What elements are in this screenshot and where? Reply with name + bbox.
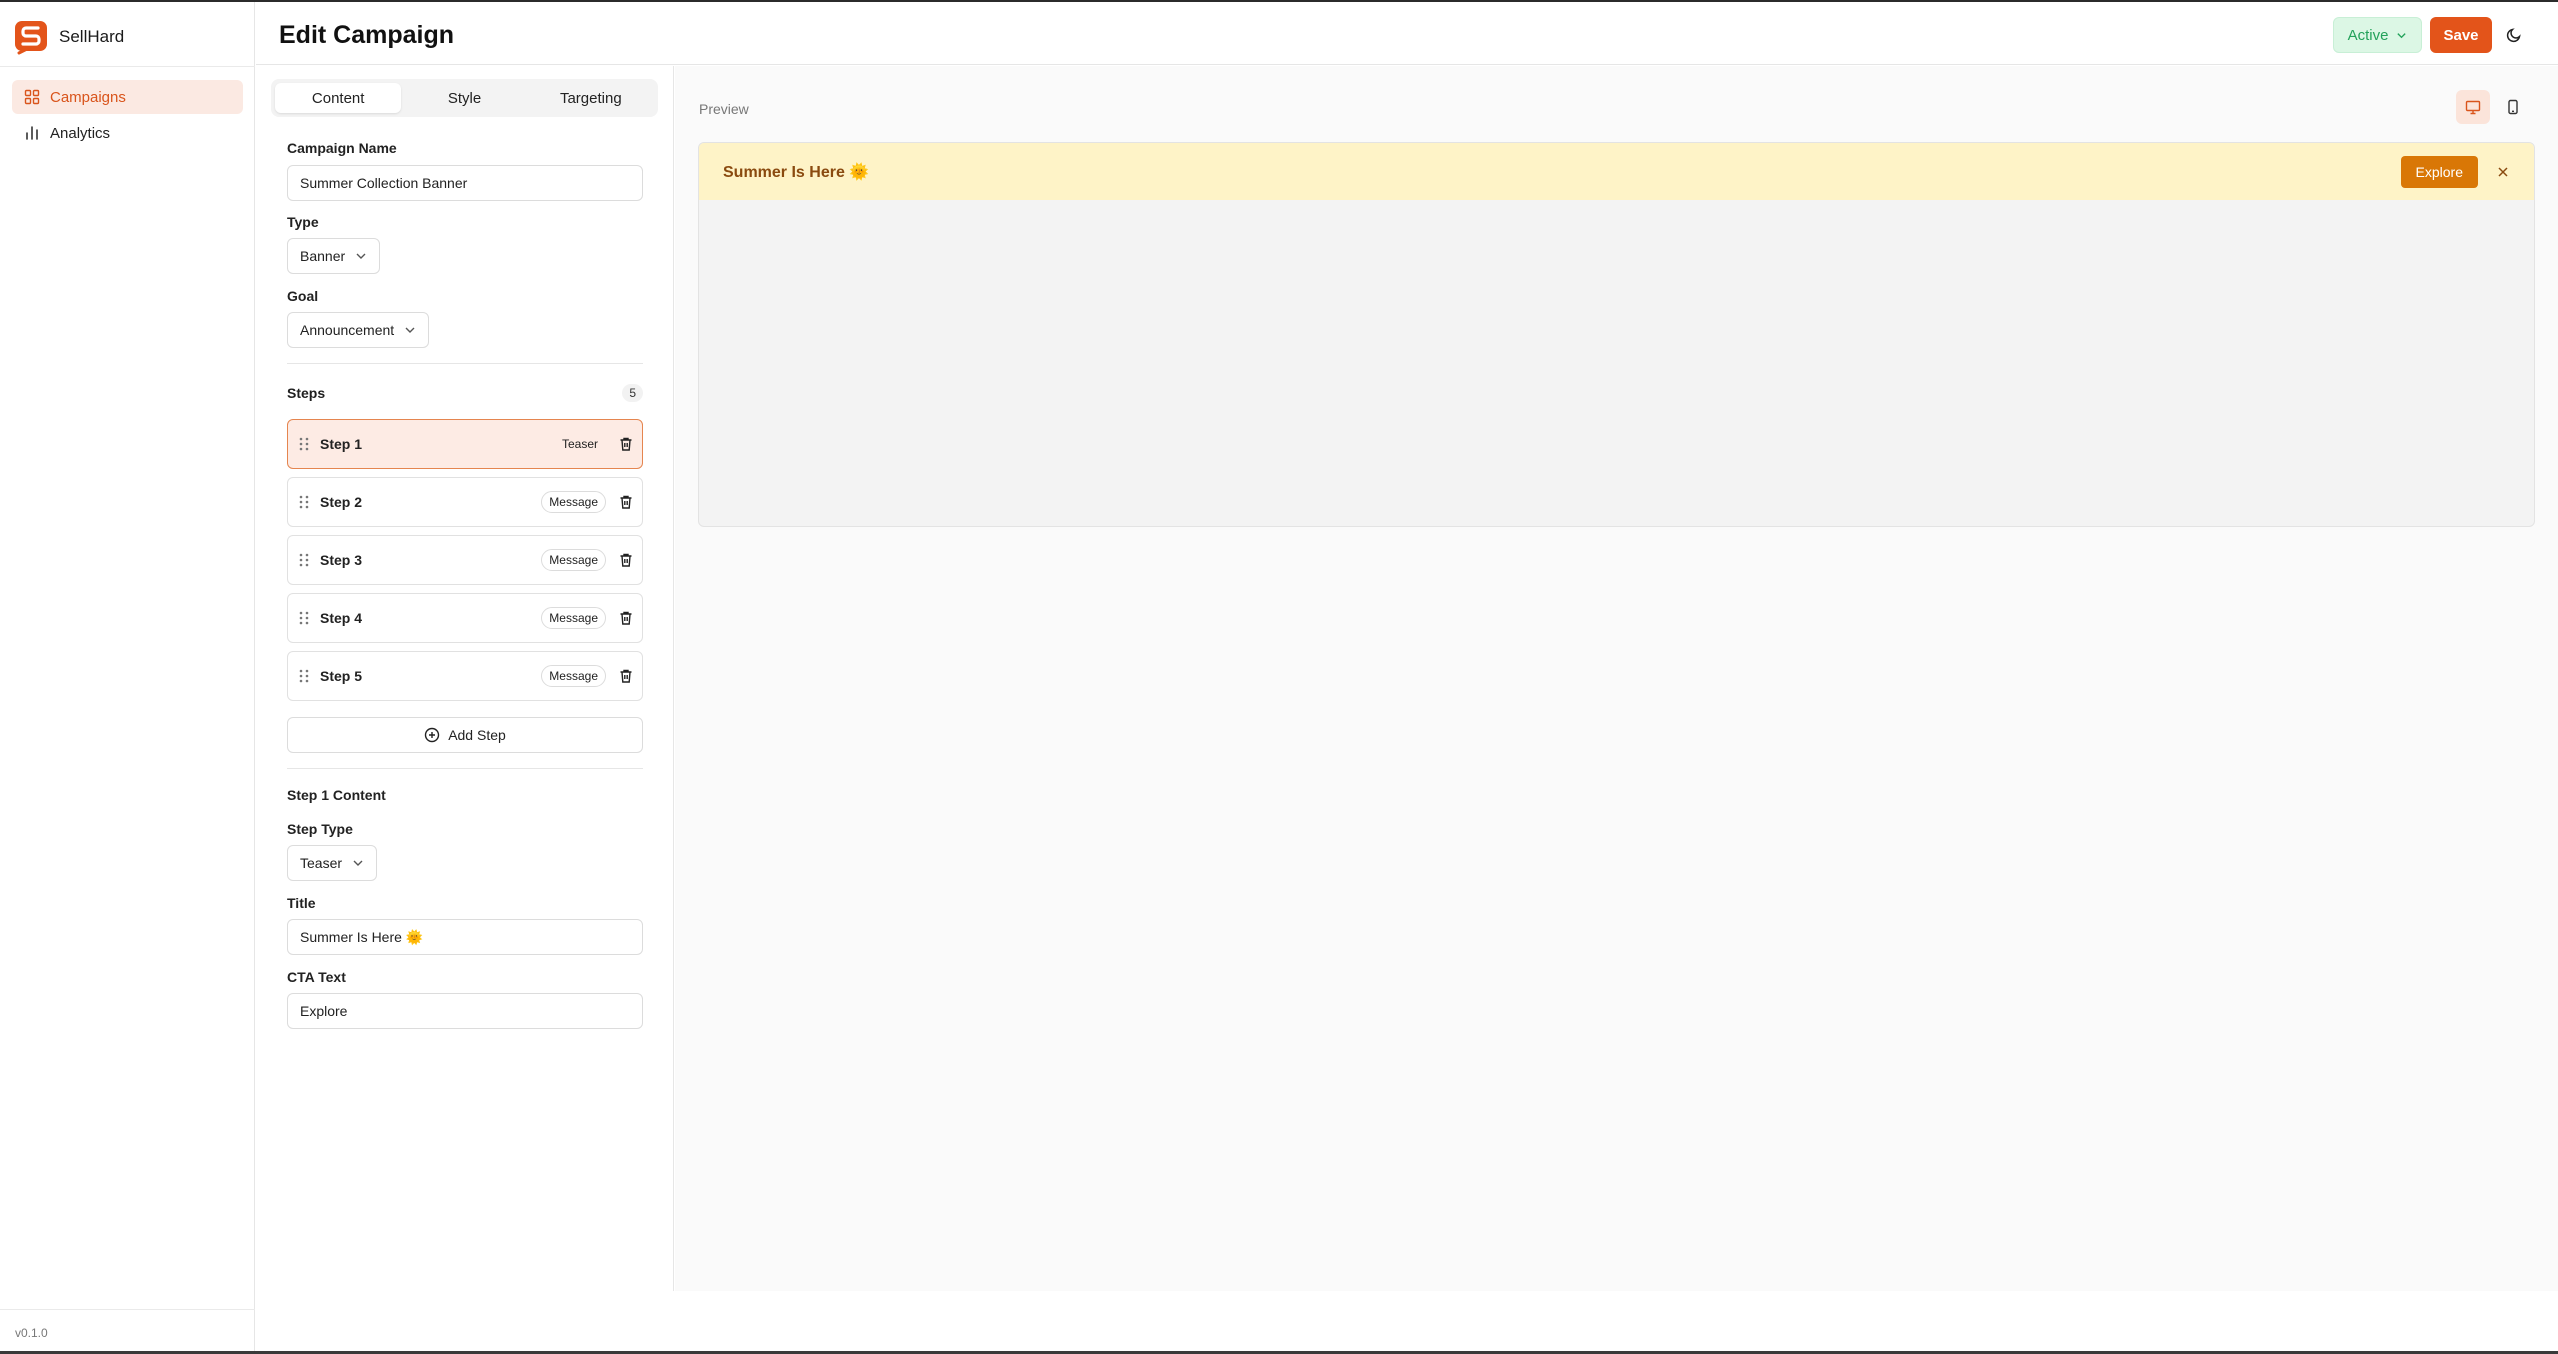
chevron-down-icon <box>353 860 363 866</box>
moon-icon <box>2506 28 2521 43</box>
step-item-5[interactable]: Step 5 Message <box>287 651 643 701</box>
drag-handle-icon[interactable] <box>298 668 310 684</box>
footer-area <box>256 1291 2558 1351</box>
preview-panel: Preview Summer Is Here 🌞 Explore <box>675 66 2558 1291</box>
monitor-icon <box>2465 100 2481 115</box>
chevron-down-icon <box>356 253 366 259</box>
banner-cta-button[interactable]: Explore <box>2400 155 2478 188</box>
title-value: Summer Is Here 🌞 <box>300 928 424 945</box>
title-label: Title <box>287 895 316 911</box>
trash-icon[interactable] <box>618 668 634 684</box>
editor-tabs: Content Style Targeting <box>271 79 658 117</box>
desktop-preview-button[interactable] <box>2456 90 2490 124</box>
step-type-select[interactable]: Teaser <box>287 845 378 881</box>
trash-icon[interactable] <box>618 494 634 510</box>
sidebar: SellHard Campaigns Analytics v0.1.0 <box>0 2 255 1351</box>
mobile-preview-button[interactable] <box>2496 90 2530 124</box>
plus-circle-icon <box>424 727 440 743</box>
tab-targeting[interactable]: Targeting <box>528 83 654 113</box>
step-type-label: Step Type <box>287 821 353 837</box>
sidebar-item-campaigns[interactable]: Campaigns <box>12 80 243 114</box>
app-name: SellHard <box>59 27 125 46</box>
divider <box>287 363 643 364</box>
step-type-badge: Message <box>541 665 606 687</box>
sidebar-item-analytics[interactable]: Analytics <box>12 116 243 150</box>
steps-title: Steps <box>287 385 326 401</box>
save-button[interactable]: Save <box>2430 17 2492 53</box>
grid-icon <box>24 89 40 105</box>
preview-frame: Summer Is Here 🌞 Explore <box>698 142 2535 527</box>
campaign-name-value: Summer Collection Banner <box>300 175 468 191</box>
step-item-4[interactable]: Step 4 Message <box>287 593 643 643</box>
step-item-1[interactable]: Step 1 Teaser <box>287 419 643 469</box>
step-type-badge: Message <box>541 607 606 629</box>
bar-chart-icon <box>26 126 38 140</box>
campaign-name-label: Campaign Name <box>287 140 397 156</box>
campaign-name-input[interactable]: Summer Collection Banner <box>287 165 643 201</box>
goal-label: Goal <box>287 288 319 304</box>
steps-count-badge: 5 <box>622 384 643 402</box>
banner-preview: Summer Is Here 🌞 Explore <box>699 143 2534 200</box>
step-name: Step 1 <box>320 436 363 452</box>
steps-header: Steps 5 <box>287 384 643 402</box>
step-name: Step 3 <box>320 552 363 568</box>
page-title: Edit Campaign <box>279 21 455 49</box>
step-item-2[interactable]: Step 2 Message <box>287 477 643 527</box>
step-type-badge: Message <box>541 549 606 571</box>
step-name: Step 4 <box>320 610 363 626</box>
trash-icon[interactable] <box>618 436 634 452</box>
sellhard-logo-icon <box>15 21 47 55</box>
tab-style[interactable]: Style <box>401 83 527 113</box>
drag-handle-icon[interactable] <box>298 494 310 510</box>
divider <box>0 66 255 67</box>
chevron-down-icon <box>405 327 415 333</box>
status-label: Active <box>2347 26 2389 44</box>
close-icon[interactable] <box>2496 165 2510 179</box>
trash-icon[interactable] <box>618 610 634 626</box>
page-header: Edit Campaign Active Save <box>256 2 2558 65</box>
status-dropdown[interactable]: Active <box>2333 17 2422 53</box>
campaign-editor-panel: Content Style Targeting Campaign Name Su… <box>256 66 674 1291</box>
sidebar-item-label: Campaigns <box>50 88 126 106</box>
cta-text-label: CTA Text <box>287 969 346 985</box>
type-label: Type <box>287 214 319 230</box>
smartphone-icon <box>2508 99 2518 115</box>
cta-text-input[interactable]: Explore <box>287 993 643 1029</box>
cta-text-value: Explore <box>300 1003 348 1019</box>
drag-handle-icon[interactable] <box>298 552 310 568</box>
preview-label: Preview <box>699 101 749 117</box>
step-name: Step 5 <box>320 668 363 684</box>
chevron-down-icon <box>2397 32 2407 38</box>
goal-select[interactable]: Announcement <box>287 312 430 348</box>
goal-value: Announcement <box>300 322 395 338</box>
theme-toggle-button[interactable] <box>2503 24 2525 46</box>
sidebar-nav: Campaigns Analytics <box>12 80 243 152</box>
drag-handle-icon[interactable] <box>298 610 310 626</box>
version-label: v0.1.0 <box>15 1326 48 1340</box>
trash-icon[interactable] <box>618 552 634 568</box>
step-content-title: Step 1 Content <box>287 787 386 803</box>
step-name: Step 2 <box>320 494 363 510</box>
type-value: Banner <box>300 248 346 264</box>
divider <box>0 1309 255 1310</box>
banner-title: Summer Is Here 🌞 <box>723 163 870 181</box>
add-step-button[interactable]: Add Step <box>287 717 643 753</box>
step-type-badge: Teaser <box>561 437 598 451</box>
step-type-badge: Message <box>541 491 606 513</box>
add-step-label: Add Step <box>448 727 506 743</box>
drag-handle-icon[interactable] <box>298 436 310 452</box>
brand[interactable]: SellHard <box>13 19 124 55</box>
tab-content[interactable]: Content <box>275 83 402 113</box>
divider <box>287 768 643 769</box>
type-select[interactable]: Banner <box>287 238 381 274</box>
title-input[interactable]: Summer Is Here 🌞 <box>287 919 643 955</box>
sidebar-item-label: Analytics <box>50 124 111 142</box>
step-item-3[interactable]: Step 3 Message <box>287 535 643 585</box>
step-type-value: Teaser <box>300 855 343 871</box>
